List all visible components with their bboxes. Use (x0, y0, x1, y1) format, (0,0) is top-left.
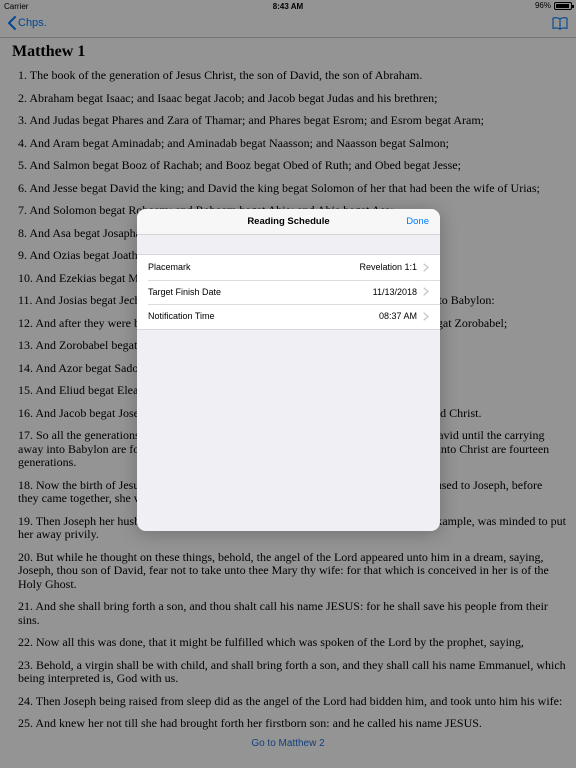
notification-time-label: Notification Time (148, 311, 215, 322)
placemark-row[interactable]: Placemark Revelation 1:1 (137, 255, 440, 280)
reading-schedule-modal: Reading Schedule Done Placemark Revelati… (137, 209, 440, 531)
placemark-value: Revelation 1:1 (359, 262, 417, 273)
schedule-settings-list: Placemark Revelation 1:1 Target Finish D… (137, 254, 440, 330)
modal-header: Reading Schedule Done (137, 209, 440, 235)
chevron-right-icon (423, 263, 429, 272)
notification-time-row[interactable]: Notification Time 08:37 AM (137, 304, 440, 329)
done-button[interactable]: Done (406, 216, 429, 227)
target-finish-date-value: 11/13/2018 (372, 286, 417, 297)
target-finish-date-label: Target Finish Date (148, 286, 222, 297)
target-finish-date-row[interactable]: Target Finish Date 11/13/2018 (137, 279, 440, 305)
notification-time-value: 08:37 AM (378, 311, 417, 322)
chevron-right-icon (423, 312, 429, 321)
placemark-label: Placemark (148, 262, 191, 273)
modal-title: Reading Schedule (247, 216, 330, 227)
chevron-right-icon (423, 287, 429, 296)
